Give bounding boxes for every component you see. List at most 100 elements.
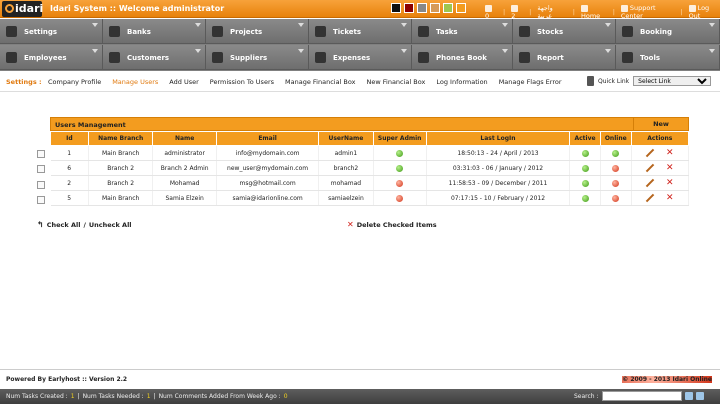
chevron-down-icon[interactable]	[298, 49, 304, 53]
chevron-down-icon[interactable]	[502, 23, 508, 27]
status-tasks-needed-value[interactable]: 1	[147, 393, 151, 400]
tasks-link[interactable]: 2	[511, 4, 523, 20]
search-input[interactable]	[601, 391, 682, 401]
cell-branch: Main Branch	[88, 190, 154, 206]
chevron-down-icon[interactable]	[605, 23, 611, 27]
edit-icon[interactable]	[646, 164, 654, 172]
menu-item-booking[interactable]: Booking	[616, 19, 720, 44]
search-icon[interactable]	[684, 392, 693, 400]
panel-header: Users Management New	[50, 117, 689, 131]
subnav-link[interactable]: Manage Users	[112, 78, 158, 86]
menu-item-label: Banks	[127, 28, 151, 36]
column-header[interactable]: Online	[599, 131, 632, 146]
subnav-link[interactable]: Manage Financial Box	[285, 78, 356, 86]
chevron-down-icon[interactable]	[92, 49, 98, 53]
column-header[interactable]: Name	[152, 131, 217, 146]
cell-id: 2	[50, 175, 89, 191]
column-header[interactable]: Email	[215, 131, 320, 146]
chevron-down-icon[interactable]	[502, 49, 508, 53]
menu-item-report[interactable]: Report	[513, 45, 616, 70]
status-comments: Num Comments Added From Week Ago :	[158, 393, 281, 400]
column-header[interactable]: Name Branch	[87, 131, 154, 146]
color-swatch[interactable]	[443, 3, 453, 13]
menu-item-tickets[interactable]: Tickets	[309, 19, 412, 44]
column-header[interactable]: Actions	[630, 131, 690, 146]
menu-item-stocks[interactable]: Stocks	[513, 19, 616, 44]
chevron-down-icon[interactable]	[709, 23, 715, 27]
new-user-button[interactable]: New	[633, 118, 688, 130]
chevron-down-icon[interactable]	[195, 49, 201, 53]
row-checkbox[interactable]	[37, 195, 45, 204]
color-swatch[interactable]	[404, 3, 414, 13]
support-link[interactable]: Support Center	[620, 4, 674, 20]
home-link[interactable]: Home	[580, 4, 607, 20]
menu-item-tasks[interactable]: Tasks	[412, 19, 513, 44]
check-all-link[interactable]: Check All	[47, 221, 81, 229]
column-header[interactable]: Id	[50, 131, 89, 146]
subnav-link[interactable]: Add User	[169, 78, 198, 86]
menu-item-customers[interactable]: Customers	[103, 45, 206, 70]
delete-checked-button[interactable]: ✕ Delete Checked Items	[347, 220, 437, 229]
language-link[interactable]: واجهة عربية	[537, 4, 566, 20]
menu-item-tools[interactable]: Tools	[616, 45, 720, 70]
subnav-link[interactable]: Company Profile	[48, 78, 101, 86]
uncheck-all-link[interactable]: Uncheck All	[89, 221, 132, 229]
chevron-down-icon[interactable]	[401, 49, 407, 53]
cell-active[interactable]	[569, 190, 601, 206]
menu-item-employees[interactable]: Employees	[0, 45, 103, 70]
row-checkbox[interactable]	[37, 180, 45, 189]
report-icon	[519, 52, 530, 63]
subnav-link[interactable]: Manage Flags Error	[499, 78, 562, 86]
status-search: Search :	[574, 391, 704, 401]
chevron-down-icon[interactable]	[92, 23, 98, 27]
status-comments-value[interactable]: 0	[284, 393, 288, 400]
menu-item-banks[interactable]: Banks	[103, 19, 206, 44]
column-header[interactable]: Active	[569, 131, 601, 146]
edit-icon[interactable]	[646, 149, 654, 157]
column-header[interactable]: Super Admin	[372, 131, 427, 146]
color-swatch[interactable]	[430, 3, 440, 13]
delete-icon[interactable]: ✕	[666, 194, 674, 203]
messages-link[interactable]: 0	[485, 4, 497, 20]
color-swatch[interactable]	[391, 3, 401, 13]
chevron-down-icon[interactable]	[298, 23, 304, 27]
menu-item-suppliers[interactable]: Suppliers	[206, 45, 309, 70]
edit-icon[interactable]	[646, 194, 654, 202]
subnav-link[interactable]: New Financial Box	[367, 78, 426, 86]
quick-link-select[interactable]: Select Link	[633, 76, 712, 86]
menu-item-settings[interactable]: Settings	[0, 19, 103, 44]
color-swatch[interactable]	[456, 3, 466, 13]
chevron-down-icon[interactable]	[709, 49, 715, 53]
subnav-link[interactable]: Log Information	[436, 78, 487, 86]
online-check-icon	[612, 149, 620, 157]
column-header[interactable]: Last LogIn	[425, 131, 571, 146]
cell-active[interactable]	[569, 160, 601, 176]
menu-item-expenses[interactable]: Expenses	[309, 45, 412, 70]
subnav-link[interactable]: Permission To Users	[210, 78, 274, 86]
delete-icon[interactable]: ✕	[666, 179, 674, 188]
menu-item-projects[interactable]: Projects	[206, 19, 309, 44]
delete-icon[interactable]: ✕	[666, 149, 674, 158]
menu-item-label: Suppliers	[230, 54, 268, 62]
app-logo[interactable]: idari	[2, 1, 43, 17]
settings-icon[interactable]	[695, 392, 704, 400]
support-icon	[620, 4, 628, 12]
column-header[interactable]: UserName	[318, 131, 374, 146]
delete-icon[interactable]: ✕	[666, 164, 674, 173]
chevron-down-icon[interactable]	[401, 23, 407, 27]
cell-online	[600, 175, 632, 191]
row-checkbox[interactable]	[37, 165, 45, 174]
color-swatch[interactable]	[417, 3, 427, 13]
chevron-down-icon[interactable]	[605, 49, 611, 53]
edit-icon[interactable]	[646, 179, 654, 187]
logout-link[interactable]: Log Out	[688, 4, 720, 20]
menu-item-phones-book[interactable]: Phones Book	[412, 45, 513, 70]
chevron-down-icon[interactable]	[195, 23, 201, 27]
cell-active[interactable]	[569, 175, 601, 191]
cell-last-login: 18:50:13 - 24 / April / 2013	[426, 145, 571, 161]
footer-powered: Powered By Earlyhost :: Version 2.2	[6, 376, 128, 383]
row-checkbox[interactable]	[37, 150, 45, 158]
status-tasks-created-value[interactable]: 1	[71, 393, 75, 400]
cell-active[interactable]	[569, 145, 601, 161]
mail-icon	[485, 4, 492, 12]
